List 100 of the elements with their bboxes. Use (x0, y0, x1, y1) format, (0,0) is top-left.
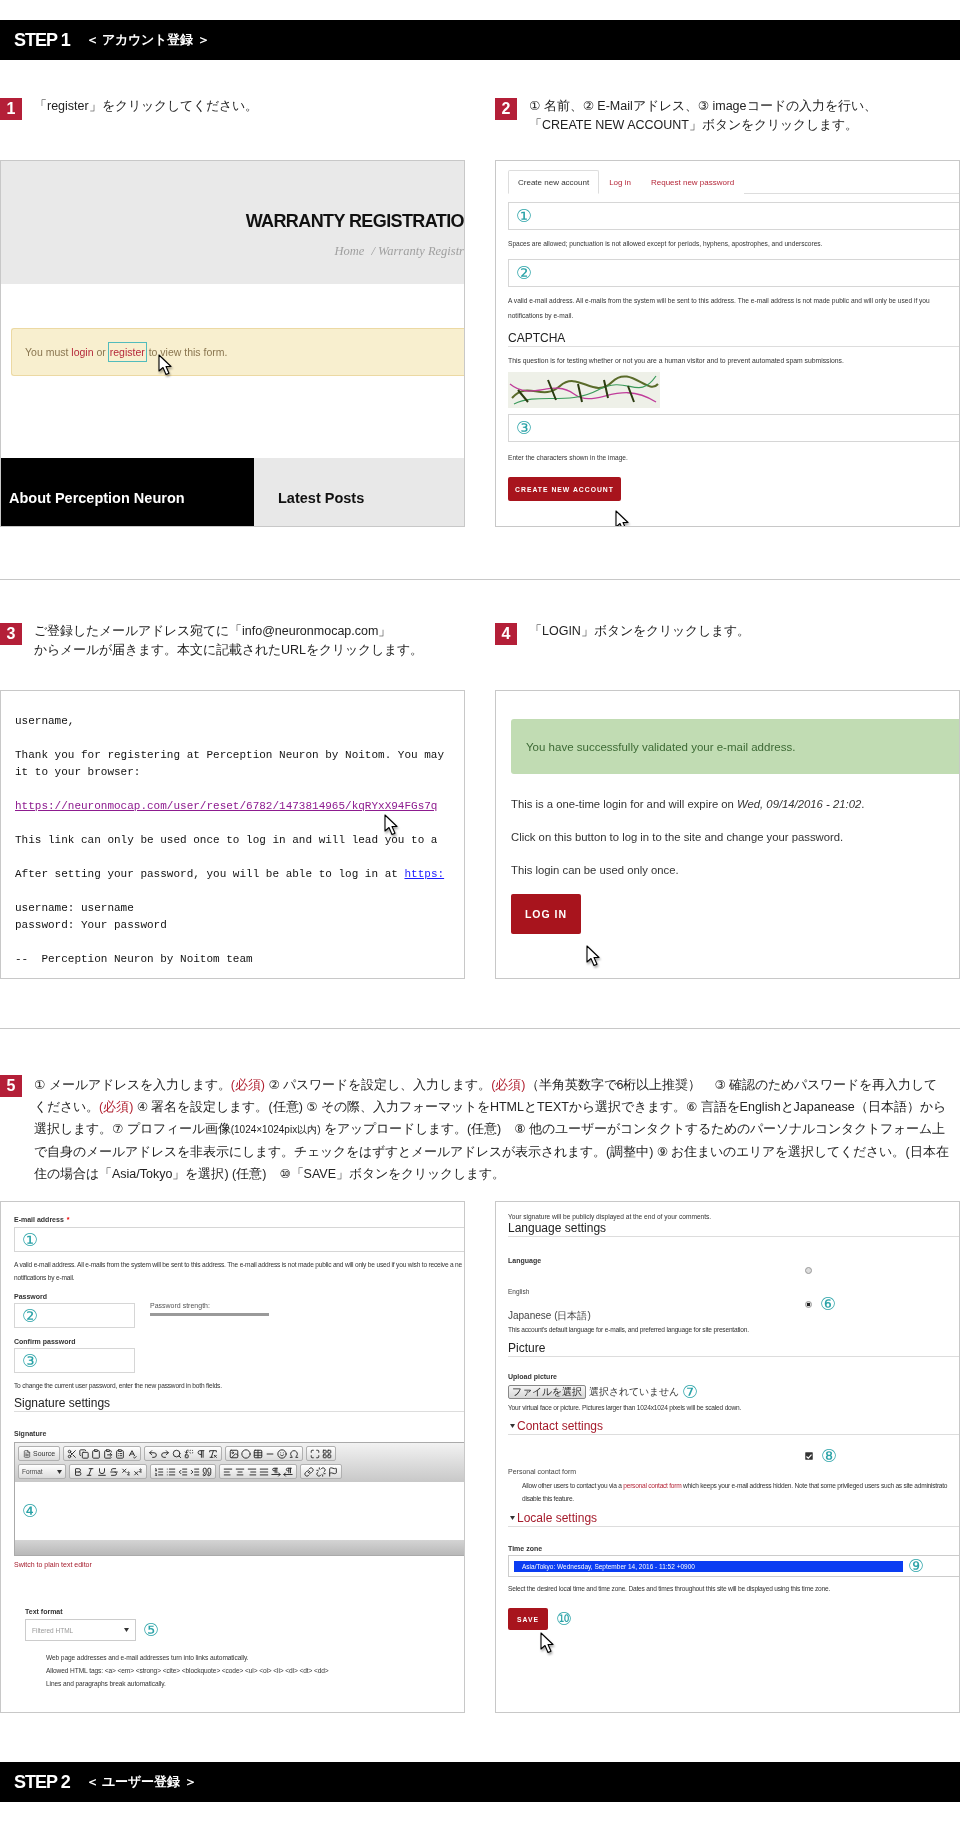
blocks-icon[interactable] (322, 1448, 333, 1459)
unlink-icon[interactable] (316, 1466, 326, 1477)
email-line: Thank you for registering at Perception Neuron by Noitom. You may (15, 748, 446, 763)
widget-title: Latest Posts (254, 458, 464, 526)
collapsible-heading[interactable]: Locale settings (508, 1511, 959, 1527)
login-link[interactable]: login (71, 346, 94, 358)
indent-icon[interactable] (190, 1466, 200, 1477)
cut-icon[interactable] (67, 1448, 78, 1459)
search-icon[interactable] (172, 1448, 183, 1459)
step-label: STEP 1 (14, 29, 70, 51)
maximize-icon[interactable] (310, 1448, 321, 1459)
outdent-icon[interactable] (178, 1466, 188, 1477)
redo-icon[interactable] (160, 1448, 171, 1459)
align-left-icon[interactable] (223, 1466, 233, 1477)
align-center-icon[interactable] (235, 1466, 245, 1477)
callout-number: ⑤ (143, 1621, 160, 1639)
document-icon (23, 1449, 31, 1458)
remove-format-icon[interactable] (208, 1448, 219, 1459)
info-text: This login can be used only once. (511, 864, 680, 876)
paste-icon[interactable] (91, 1448, 102, 1459)
caret-icon (510, 1516, 515, 1520)
instruction-text: 「register」をクリックしてください。 (34, 98, 259, 115)
radio-button[interactable] (805, 1300, 812, 1308)
email-line: -- Perception Neuron by Noitom team (15, 952, 254, 967)
breadcrumb-item: / Warranty Registr (371, 244, 464, 259)
caret-icon (124, 1628, 129, 1632)
copy-icon[interactable] (79, 1448, 90, 1459)
register-link[interactable]: register (108, 343, 146, 361)
cursor-icon (384, 814, 399, 836)
callout-number: ③ (22, 1351, 39, 1370)
italic-icon[interactable] (85, 1466, 95, 1477)
superscript-icon[interactable] (133, 1466, 143, 1477)
email-line: This link can only be used once to log in and will lead you to a (15, 833, 439, 848)
step-number: 1 (0, 98, 22, 120)
underline-icon[interactable] (97, 1466, 107, 1477)
email-line: username, (15, 714, 76, 729)
section-heading: CAPTCHA (508, 331, 959, 347)
reset-url-link[interactable]: https://neuronmocap.com/user/reset/6782/1473814965/kqRYxX94FGs7q (15, 800, 438, 812)
file-status: 選択されていません (589, 1385, 679, 1399)
strikethrough-icon[interactable] (109, 1466, 119, 1477)
radio-button[interactable] (805, 1267, 812, 1274)
step-number: 5 (0, 1075, 22, 1097)
form-tab[interactable]: Create new account (508, 170, 600, 194)
info-text: This is a one-time login for and will expire on Wed, 09/14/2016 - 21:02. (511, 798, 866, 810)
paste-text-icon[interactable] (103, 1448, 114, 1459)
subscript-icon[interactable] (121, 1466, 131, 1477)
email-line: username: username (15, 901, 135, 916)
step-number: 4 (495, 623, 517, 645)
callout-number: ④ (22, 1502, 39, 1520)
circle-icon[interactable] (241, 1448, 252, 1459)
numbered-list-icon[interactable] (154, 1466, 164, 1477)
image-icon[interactable] (229, 1448, 240, 1459)
step-title: ＜ ユーザー登録 ＞ (85, 1773, 197, 1791)
callout-number: ⑩ (556, 1610, 573, 1628)
success-message: You have successfully validated your e-mail address. (511, 719, 959, 774)
flag-icon[interactable] (328, 1466, 338, 1477)
radio-label: Japanese (日本語) (508, 1309, 592, 1323)
paste-word-icon[interactable] (115, 1448, 126, 1459)
align-right-icon[interactable] (247, 1466, 257, 1477)
callout-number: ② (22, 1306, 39, 1325)
bold-icon[interactable] (73, 1466, 83, 1477)
justify-icon[interactable] (259, 1466, 269, 1477)
undo-icon[interactable] (148, 1448, 159, 1459)
cursor-icon (540, 1632, 555, 1654)
choose-file-button[interactable]: ファイルを選択 (508, 1385, 586, 1399)
bullet-list-icon[interactable] (166, 1466, 176, 1477)
cursor-icon (158, 354, 173, 376)
link-icon[interactable] (304, 1466, 314, 1477)
caret-icon (57, 1469, 62, 1474)
step-title: ＜ アカウント登録 ＞ (85, 31, 210, 49)
caret-icon (510, 1424, 515, 1428)
instruction-text: ① 名前、② E-Mailアドレス、③ imageコードの入力を行い、 「CREATE NEW ACCOUNT」ボタンをクリックします。 (529, 98, 878, 134)
callout-number: ① (22, 1230, 39, 1249)
widget-title: About Perception Neuron (1, 458, 254, 526)
email-line: password: Your password (15, 918, 168, 933)
pilcrow-left-icon[interactable] (283, 1466, 293, 1477)
replace-icon[interactable] (184, 1448, 195, 1459)
instruction-text: 「LOGIN」ボタンをクリックします。 (529, 623, 751, 640)
spellcheck-icon[interactable] (127, 1448, 138, 1459)
step-label: STEP 2 (14, 1771, 70, 1793)
pilcrow-right-icon[interactable] (271, 1466, 281, 1477)
pilcrow-icon[interactable] (196, 1448, 207, 1459)
page-title: WARRANTY REGISTRATIO (245, 211, 464, 232)
step-number: 3 (0, 623, 22, 645)
section-heading: Language settings (508, 1221, 959, 1237)
quote-icon[interactable] (202, 1466, 212, 1477)
callout-number: ⑨ (908, 1557, 925, 1575)
omega-icon[interactable] (289, 1448, 300, 1459)
notice-text: You must login or register to view this form. (25, 346, 228, 358)
callout-number: ⑧ (821, 1447, 838, 1465)
site-link[interactable]: https: (404, 868, 445, 880)
email-line: After setting your password, you will be able to log in at https: (15, 867, 446, 882)
checkbox[interactable] (805, 1452, 813, 1460)
table-icon[interactable] (253, 1448, 264, 1459)
callout-number: ③ (516, 419, 533, 437)
instruction-text: ① メールアドレスを入力します。(必須) ② パスワードを設定し、入力します。(必須)（半角英数字で6桁以上推奨） ③ 確認のためパスワードを再入力してください。(必須) ④ 署名を設定します。(任意) ⑤ その際、入力フォーマットをHTMLとTEXTから選択できます。⑥ 言語をEnglishとJapanease（日本語）から選択します。⑦ プロフィール画像(1024×1024pix以内) をアップロードします。(任意) ⑧ 他のユーザーがコンタクトするためのパーソナルコンタクトフォーム上で自身のメールアドレスを非表示にします。チェックをはずすとメールアドレスが表示されます。(調整中) ⑨ お住まいのエリアを選択してください。(日本在住の場合は「Asia/Tokyo」を選択) (任意) ⑩「SAVE」ボタンをクリックします。 (34, 1077, 950, 1183)
callout-number: ① (516, 207, 533, 225)
login-button[interactable]: LOG IN (511, 894, 581, 934)
collapsible-heading[interactable]: Contact settings (508, 1419, 959, 1435)
smiley-icon[interactable] (277, 1448, 288, 1459)
